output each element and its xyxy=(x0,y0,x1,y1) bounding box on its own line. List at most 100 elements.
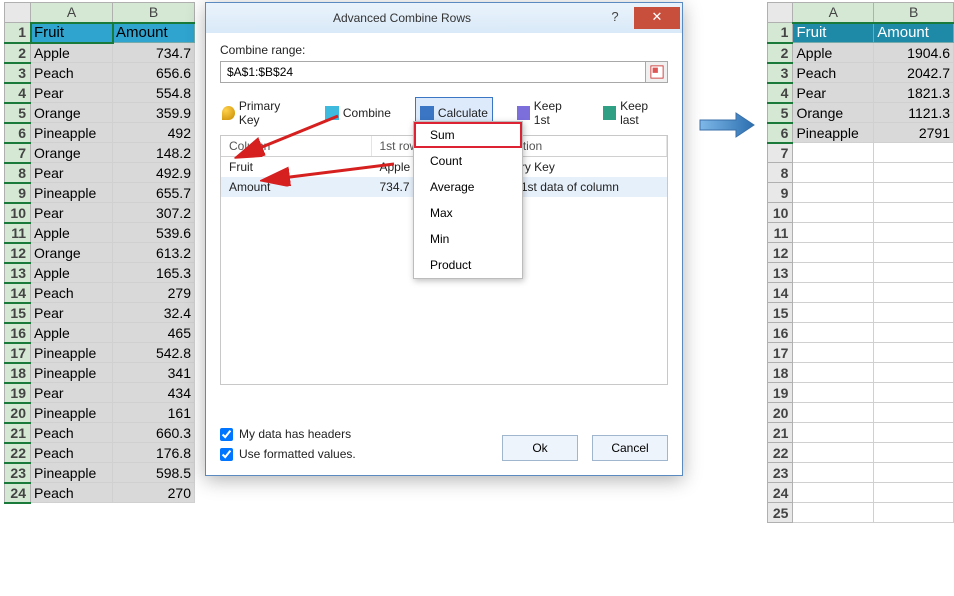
range-picker-button[interactable] xyxy=(645,62,667,82)
table-row[interactable]: 5Orange359.9 xyxy=(5,103,195,123)
table-row[interactable]: 19Pear434 xyxy=(5,383,195,403)
empty-cell[interactable] xyxy=(874,203,954,223)
cell-amount[interactable]: 341 xyxy=(113,363,195,383)
row-header[interactable]: 18 xyxy=(768,363,793,383)
row-header[interactable]: 3 xyxy=(5,63,31,83)
empty-cell[interactable] xyxy=(874,463,954,483)
table-row[interactable]: 18Pineapple341 xyxy=(5,363,195,383)
empty-cell[interactable] xyxy=(793,183,874,203)
table-row[interactable]: 22Peach176.8 xyxy=(5,443,195,463)
cell-amount[interactable]: 148.2 xyxy=(113,143,195,163)
cell-fruit[interactable]: Peach xyxy=(31,483,113,503)
empty-cell[interactable] xyxy=(874,263,954,283)
cell-amount[interactable]: 1821.3 xyxy=(874,83,954,103)
cell-fruit[interactable]: Orange xyxy=(793,103,874,123)
combine-range-input[interactable] xyxy=(221,62,645,82)
col-header-b[interactable]: B xyxy=(874,3,954,23)
empty-cell[interactable] xyxy=(874,383,954,403)
headers-checkbox[interactable] xyxy=(220,428,233,441)
cell-amount[interactable]: 539.6 xyxy=(113,223,195,243)
header-cell-amount[interactable]: Amount xyxy=(113,23,195,43)
empty-cell[interactable] xyxy=(874,303,954,323)
cell-amount[interactable]: 434 xyxy=(113,383,195,403)
row-header[interactable]: 20 xyxy=(768,403,793,423)
empty-cell[interactable] xyxy=(874,343,954,363)
row-header[interactable]: 25 xyxy=(768,503,793,523)
cell-amount[interactable]: 656.6 xyxy=(113,63,195,83)
row-header[interactable]: 5 xyxy=(5,103,31,123)
help-button[interactable]: ? xyxy=(598,7,632,29)
empty-cell[interactable] xyxy=(874,183,954,203)
row-header[interactable]: 13 xyxy=(768,263,793,283)
empty-cell[interactable] xyxy=(874,483,954,503)
headers-checkbox-row[interactable]: My data has headers xyxy=(220,427,356,441)
formatted-checkbox[interactable] xyxy=(220,448,233,461)
cell-fruit[interactable]: Apple xyxy=(31,263,113,283)
row-header[interactable]: 5 xyxy=(768,103,793,123)
empty-cell[interactable] xyxy=(793,223,874,243)
table-row[interactable]: 7 xyxy=(768,143,954,163)
row-header[interactable]: 6 xyxy=(5,123,31,143)
cell-amount[interactable]: 660.3 xyxy=(113,423,195,443)
table-row[interactable]: 10Pear307.2 xyxy=(5,203,195,223)
spreadsheet-right[interactable]: A B 1 Fruit Amount 2Apple1904.63Peach204… xyxy=(767,2,954,523)
row-header[interactable]: 18 xyxy=(5,363,31,383)
table-row[interactable]: 8Pear492.9 xyxy=(5,163,195,183)
row-header[interactable]: 10 xyxy=(768,203,793,223)
row-header[interactable]: 20 xyxy=(5,403,31,423)
cell-fruit[interactable]: Peach xyxy=(31,423,113,443)
formatted-checkbox-row[interactable]: Use formatted values. xyxy=(220,447,356,461)
row-header[interactable]: 12 xyxy=(5,243,31,263)
row-header[interactable]: 1 xyxy=(768,23,793,43)
cell-fruit[interactable]: Pineapple xyxy=(31,463,113,483)
table-row[interactable]: 15Pear32.4 xyxy=(5,303,195,323)
header-cell-fruit[interactable]: Fruit xyxy=(31,23,113,43)
cell-fruit[interactable]: Pineapple xyxy=(31,363,113,383)
row-header[interactable]: 8 xyxy=(5,163,31,183)
dropdown-item-average[interactable]: Average xyxy=(414,174,522,200)
dropdown-item-min[interactable]: Min xyxy=(414,226,522,252)
empty-cell[interactable] xyxy=(874,223,954,243)
table-row[interactable]: 8 xyxy=(768,163,954,183)
table-row[interactable]: 13 xyxy=(768,263,954,283)
row-header[interactable]: 15 xyxy=(5,303,31,323)
row-header[interactable]: 11 xyxy=(768,223,793,243)
cell-fruit[interactable]: Pear xyxy=(31,303,113,323)
cell-fruit[interactable]: Pear xyxy=(31,163,113,183)
empty-cell[interactable] xyxy=(793,203,874,223)
row-header[interactable]: 2 xyxy=(768,43,793,63)
empty-cell[interactable] xyxy=(793,263,874,283)
table-row[interactable]: 10 xyxy=(768,203,954,223)
empty-cell[interactable] xyxy=(793,403,874,423)
cell-amount[interactable]: 270 xyxy=(113,483,195,503)
table-row[interactable]: 3Peach656.6 xyxy=(5,63,195,83)
dialog-titlebar[interactable]: Advanced Combine Rows ? ✕ xyxy=(206,3,682,33)
cell-amount[interactable]: 1121.3 xyxy=(874,103,954,123)
empty-cell[interactable] xyxy=(793,423,874,443)
empty-cell[interactable] xyxy=(793,383,874,403)
table-row[interactable]: 3Peach2042.7 xyxy=(768,63,954,83)
table-row[interactable]: 6Pineapple2791 xyxy=(768,123,954,143)
row-header[interactable]: 21 xyxy=(5,423,31,443)
cell-amount[interactable]: 554.8 xyxy=(113,83,195,103)
cell-amount[interactable]: 307.2 xyxy=(113,203,195,223)
row-header[interactable]: 16 xyxy=(768,323,793,343)
row-header[interactable]: 13 xyxy=(5,263,31,283)
table-row[interactable]: 17Pineapple542.8 xyxy=(5,343,195,363)
empty-cell[interactable] xyxy=(793,243,874,263)
table-row[interactable]: 15 xyxy=(768,303,954,323)
col-header-a[interactable]: A xyxy=(31,3,113,23)
cell-fruit[interactable]: Pineapple xyxy=(31,403,113,423)
table-row[interactable]: 14 xyxy=(768,283,954,303)
row-header[interactable]: 23 xyxy=(5,463,31,483)
cell-amount[interactable]: 598.5 xyxy=(113,463,195,483)
table-row[interactable]: 9 xyxy=(768,183,954,203)
empty-cell[interactable] xyxy=(793,463,874,483)
row-header[interactable]: 23 xyxy=(768,463,793,483)
cell-fruit[interactable]: Pear xyxy=(31,83,113,103)
row-header[interactable]: 16 xyxy=(5,323,31,343)
table-row[interactable]: 11Apple539.6 xyxy=(5,223,195,243)
row-header[interactable]: 4 xyxy=(5,83,31,103)
table-row[interactable]: 25 xyxy=(768,503,954,523)
row-header[interactable]: 8 xyxy=(768,163,793,183)
